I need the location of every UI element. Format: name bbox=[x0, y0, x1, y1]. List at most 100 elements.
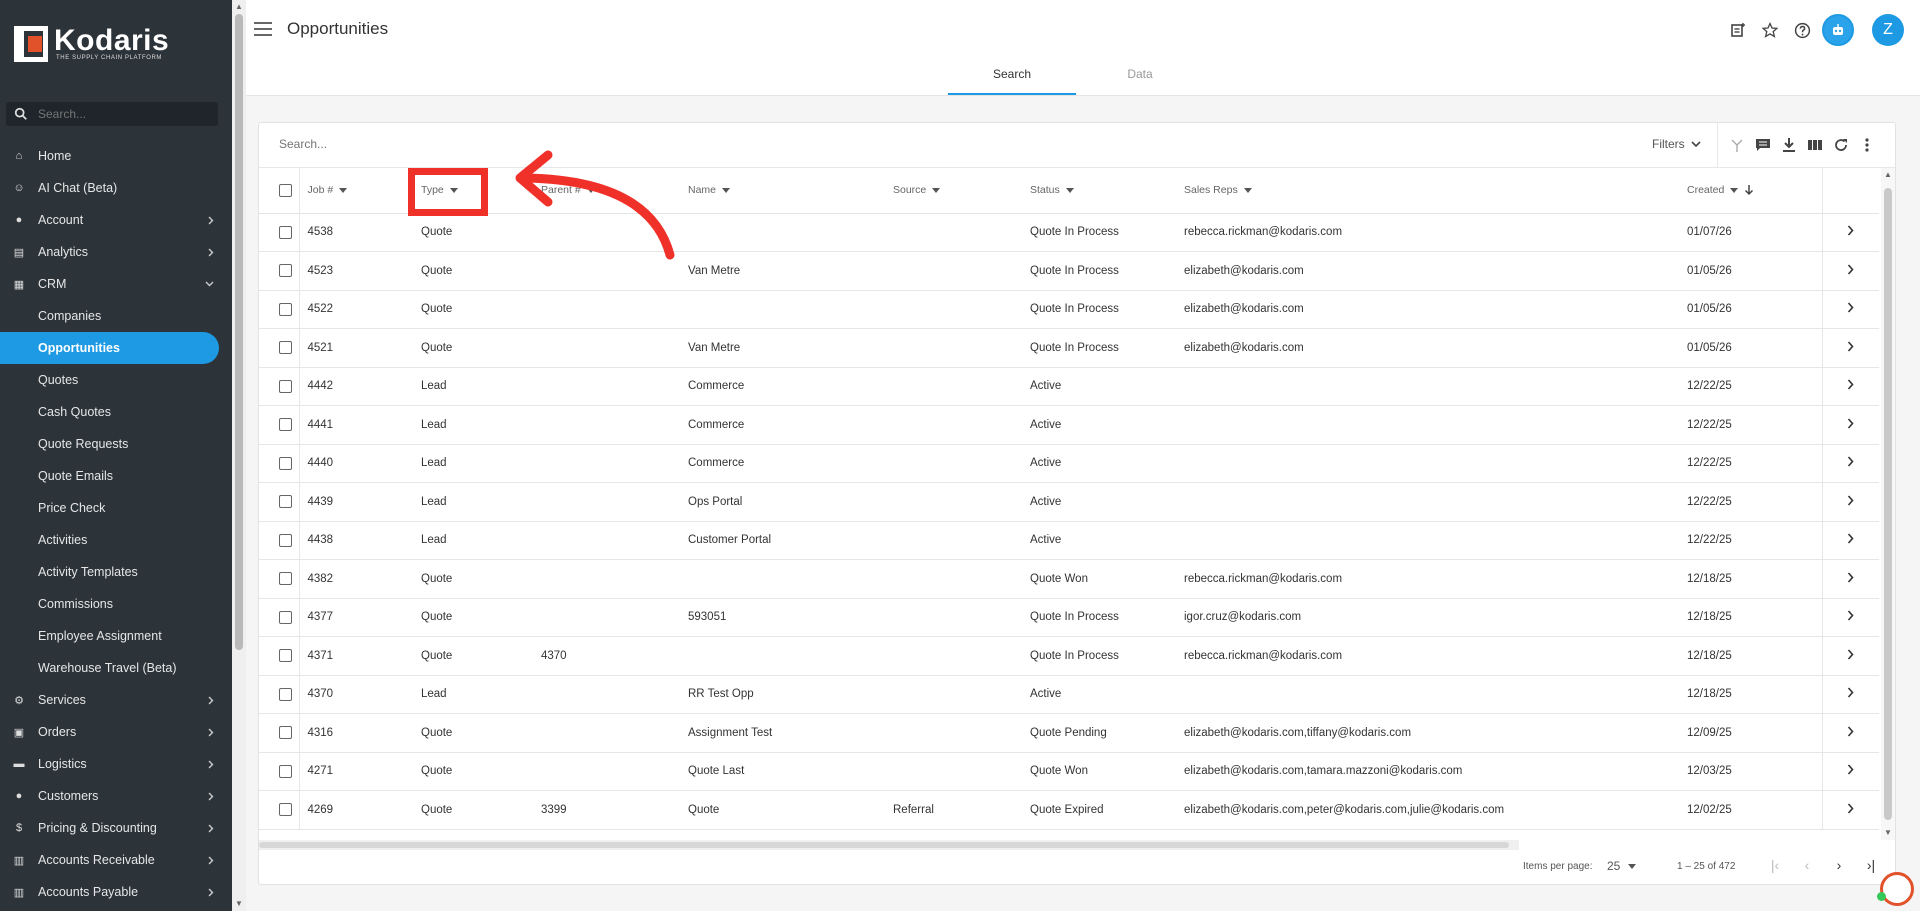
chevron-right-icon[interactable] bbox=[1847, 495, 1854, 506]
table-row[interactable]: 4521 Quote Van Metre Quote In Process elizab… bbox=[259, 328, 1879, 368]
next-page-button[interactable]: › bbox=[1829, 857, 1849, 873]
download-icon[interactable] bbox=[1779, 135, 1799, 155]
sidebar-item-ai-chat-beta[interactable]: ☺ AI Chat (Beta) bbox=[0, 172, 232, 204]
sidebar-subitem-quote-requests[interactable]: Quote Requests bbox=[0, 428, 232, 460]
sidebar-item-pricing-discounting[interactable]: $ Pricing & Discounting bbox=[0, 812, 232, 844]
menu-icon[interactable] bbox=[254, 22, 272, 36]
sidebar-subitem-quote-emails[interactable]: Quote Emails bbox=[0, 460, 232, 492]
sidebar-item-accounts-payable[interactable]: ▥ Accounts Payable bbox=[0, 876, 232, 908]
sidebar-item-home[interactable]: ⌂ Home bbox=[0, 140, 232, 172]
table-row[interactable]: 4371 Quote 4370 Quote In Process rebecca.ric… bbox=[259, 636, 1879, 676]
table-scroll-thumb[interactable] bbox=[1884, 188, 1892, 820]
col-sales-reps[interactable]: Sales Reps bbox=[1184, 168, 1687, 214]
chevron-right-icon[interactable] bbox=[1847, 225, 1854, 236]
prev-page-button[interactable]: ‹ bbox=[1797, 857, 1817, 873]
columns-icon[interactable] bbox=[1805, 135, 1825, 155]
table-row[interactable]: 4271 Quote Quote Last Quote Won elizabeth@ko… bbox=[259, 752, 1879, 791]
page-scrollbar[interactable] bbox=[1906, 96, 1920, 911]
row-checkbox[interactable] bbox=[279, 225, 292, 239]
table-row[interactable]: 4438 Lead Customer Portal Active 12/22/25 bbox=[259, 521, 1879, 560]
kodaris-logo[interactable]: Kodaris THE SUPPLY CHAIN PLATFORM bbox=[14, 26, 169, 62]
support-chat-button[interactable] bbox=[1880, 872, 1914, 906]
sidebar-item-customers[interactable]: ● Customers bbox=[0, 780, 232, 812]
sidebar-item-orders[interactable]: ▣ Orders bbox=[0, 716, 232, 748]
star-icon[interactable] bbox=[1758, 18, 1782, 42]
col-status[interactable]: Status bbox=[1030, 168, 1184, 214]
table-row[interactable]: 4441 Lead Commerce Active 12/22/25 bbox=[259, 405, 1879, 445]
row-checkbox[interactable] bbox=[279, 610, 292, 624]
sidebar-subitem-warehouse-travel-beta[interactable]: Warehouse Travel (Beta) bbox=[0, 652, 232, 684]
row-checkbox[interactable] bbox=[279, 649, 292, 663]
comment-icon[interactable] bbox=[1753, 135, 1773, 155]
row-checkbox[interactable] bbox=[279, 764, 292, 778]
items-per-page-select[interactable]: 25 bbox=[1607, 859, 1637, 873]
table-row[interactable]: 4370 Lead RR Test Opp Active 12/18/25 bbox=[259, 675, 1879, 714]
refresh-icon[interactable] bbox=[1831, 135, 1851, 155]
chevron-right-icon[interactable] bbox=[1847, 341, 1854, 352]
sidebar-subitem-cash-quotes[interactable]: Cash Quotes bbox=[0, 396, 232, 428]
row-checkbox[interactable] bbox=[279, 264, 292, 278]
row-checkbox[interactable] bbox=[279, 726, 292, 740]
row-checkbox[interactable] bbox=[279, 687, 292, 701]
table-row[interactable]: 4522 Quote Quote In Process elizabeth@kodar… bbox=[259, 290, 1879, 329]
sidebar-item-account[interactable]: ● Account bbox=[0, 204, 232, 236]
row-checkbox[interactable] bbox=[279, 379, 292, 393]
ai-bot-button[interactable] bbox=[1822, 14, 1854, 46]
chevron-right-icon[interactable] bbox=[1847, 302, 1854, 313]
chevron-right-icon[interactable] bbox=[1847, 610, 1854, 621]
table-row[interactable]: 4440 Lead Commerce Active 12/22/25 bbox=[259, 444, 1879, 483]
more-vert-icon[interactable] bbox=[1857, 135, 1877, 155]
sidebar-subitem-employee-assignment[interactable]: Employee Assignment bbox=[0, 620, 232, 652]
first-page-button[interactable]: |‹ bbox=[1765, 857, 1785, 873]
chevron-right-icon[interactable] bbox=[1847, 456, 1854, 467]
sidebar-search-input[interactable] bbox=[38, 107, 208, 121]
chevron-right-icon[interactable] bbox=[1847, 379, 1854, 390]
col-source[interactable]: Source bbox=[893, 168, 1030, 214]
select-all-checkbox[interactable] bbox=[279, 183, 292, 197]
sort-desc-icon[interactable] bbox=[1744, 184, 1754, 196]
notes-icon[interactable] bbox=[1726, 18, 1750, 42]
sidebar-scroll-thumb[interactable] bbox=[235, 14, 243, 650]
tab-search[interactable]: Search bbox=[948, 62, 1076, 95]
tab-data[interactable]: Data bbox=[1076, 62, 1204, 95]
row-checkbox[interactable] bbox=[279, 572, 292, 586]
table-vertical-scrollbar[interactable]: ▲ ▼ bbox=[1881, 168, 1895, 840]
sidebar-item-analytics[interactable]: ▤ Analytics bbox=[0, 236, 232, 268]
chevron-right-icon[interactable] bbox=[1847, 572, 1854, 583]
row-checkbox[interactable] bbox=[279, 341, 292, 355]
col-job-number[interactable]: Job # bbox=[299, 168, 421, 214]
col-name[interactable]: Name bbox=[688, 168, 893, 214]
sidebar-item-accounts-receivable[interactable]: ▥ Accounts Receivable bbox=[0, 844, 232, 876]
sidebar-search[interactable] bbox=[6, 102, 218, 126]
sidebar-item-services[interactable]: ⚙ Services bbox=[0, 684, 232, 716]
table-row[interactable]: 4439 Lead Ops Portal Active 12/22/25 bbox=[259, 482, 1879, 522]
row-checkbox[interactable] bbox=[279, 803, 292, 817]
sidebar-item-logistics[interactable]: ▬ Logistics bbox=[0, 748, 232, 780]
chevron-right-icon[interactable] bbox=[1847, 726, 1854, 737]
chevron-right-icon[interactable] bbox=[1847, 687, 1854, 698]
sidebar-subitem-activities[interactable]: Activities bbox=[0, 524, 232, 556]
chevron-right-icon[interactable] bbox=[1847, 418, 1854, 429]
sidebar-subitem-price-check[interactable]: Price Check bbox=[0, 492, 232, 524]
chevron-right-icon[interactable] bbox=[1847, 803, 1854, 814]
row-checkbox[interactable] bbox=[279, 456, 292, 470]
chevron-right-icon[interactable] bbox=[1847, 264, 1854, 275]
merge-icon[interactable] bbox=[1727, 135, 1747, 155]
help-icon[interactable] bbox=[1790, 18, 1814, 42]
table-row[interactable]: 4269 Quote 3399 Quote Referral Quote Expired e… bbox=[259, 790, 1879, 830]
chevron-right-icon[interactable] bbox=[1847, 533, 1854, 544]
sidebar-subitem-quotes[interactable]: Quotes bbox=[0, 364, 232, 396]
chevron-right-icon[interactable] bbox=[1847, 764, 1854, 775]
table-row[interactable]: 4382 Quote Quote Won rebecca.rickman@kodari… bbox=[259, 559, 1879, 599]
row-checkbox[interactable] bbox=[279, 495, 292, 509]
user-avatar[interactable]: Z bbox=[1872, 14, 1904, 46]
sidebar-subitem-companies[interactable]: Companies bbox=[0, 300, 232, 332]
table-row[interactable]: 4442 Lead Commerce Active 12/22/25 bbox=[259, 367, 1879, 406]
col-created[interactable]: Created bbox=[1687, 168, 1822, 214]
filters-button[interactable]: Filters bbox=[1652, 137, 1701, 151]
sidebar-subitem-activity-templates[interactable]: Activity Templates bbox=[0, 556, 232, 588]
last-page-button[interactable]: ›| bbox=[1861, 857, 1881, 873]
table-row[interactable]: 4316 Quote Assignment Test Quote Pending eli… bbox=[259, 713, 1879, 753]
chevron-right-icon[interactable] bbox=[1847, 649, 1854, 660]
row-checkbox[interactable] bbox=[279, 302, 292, 316]
